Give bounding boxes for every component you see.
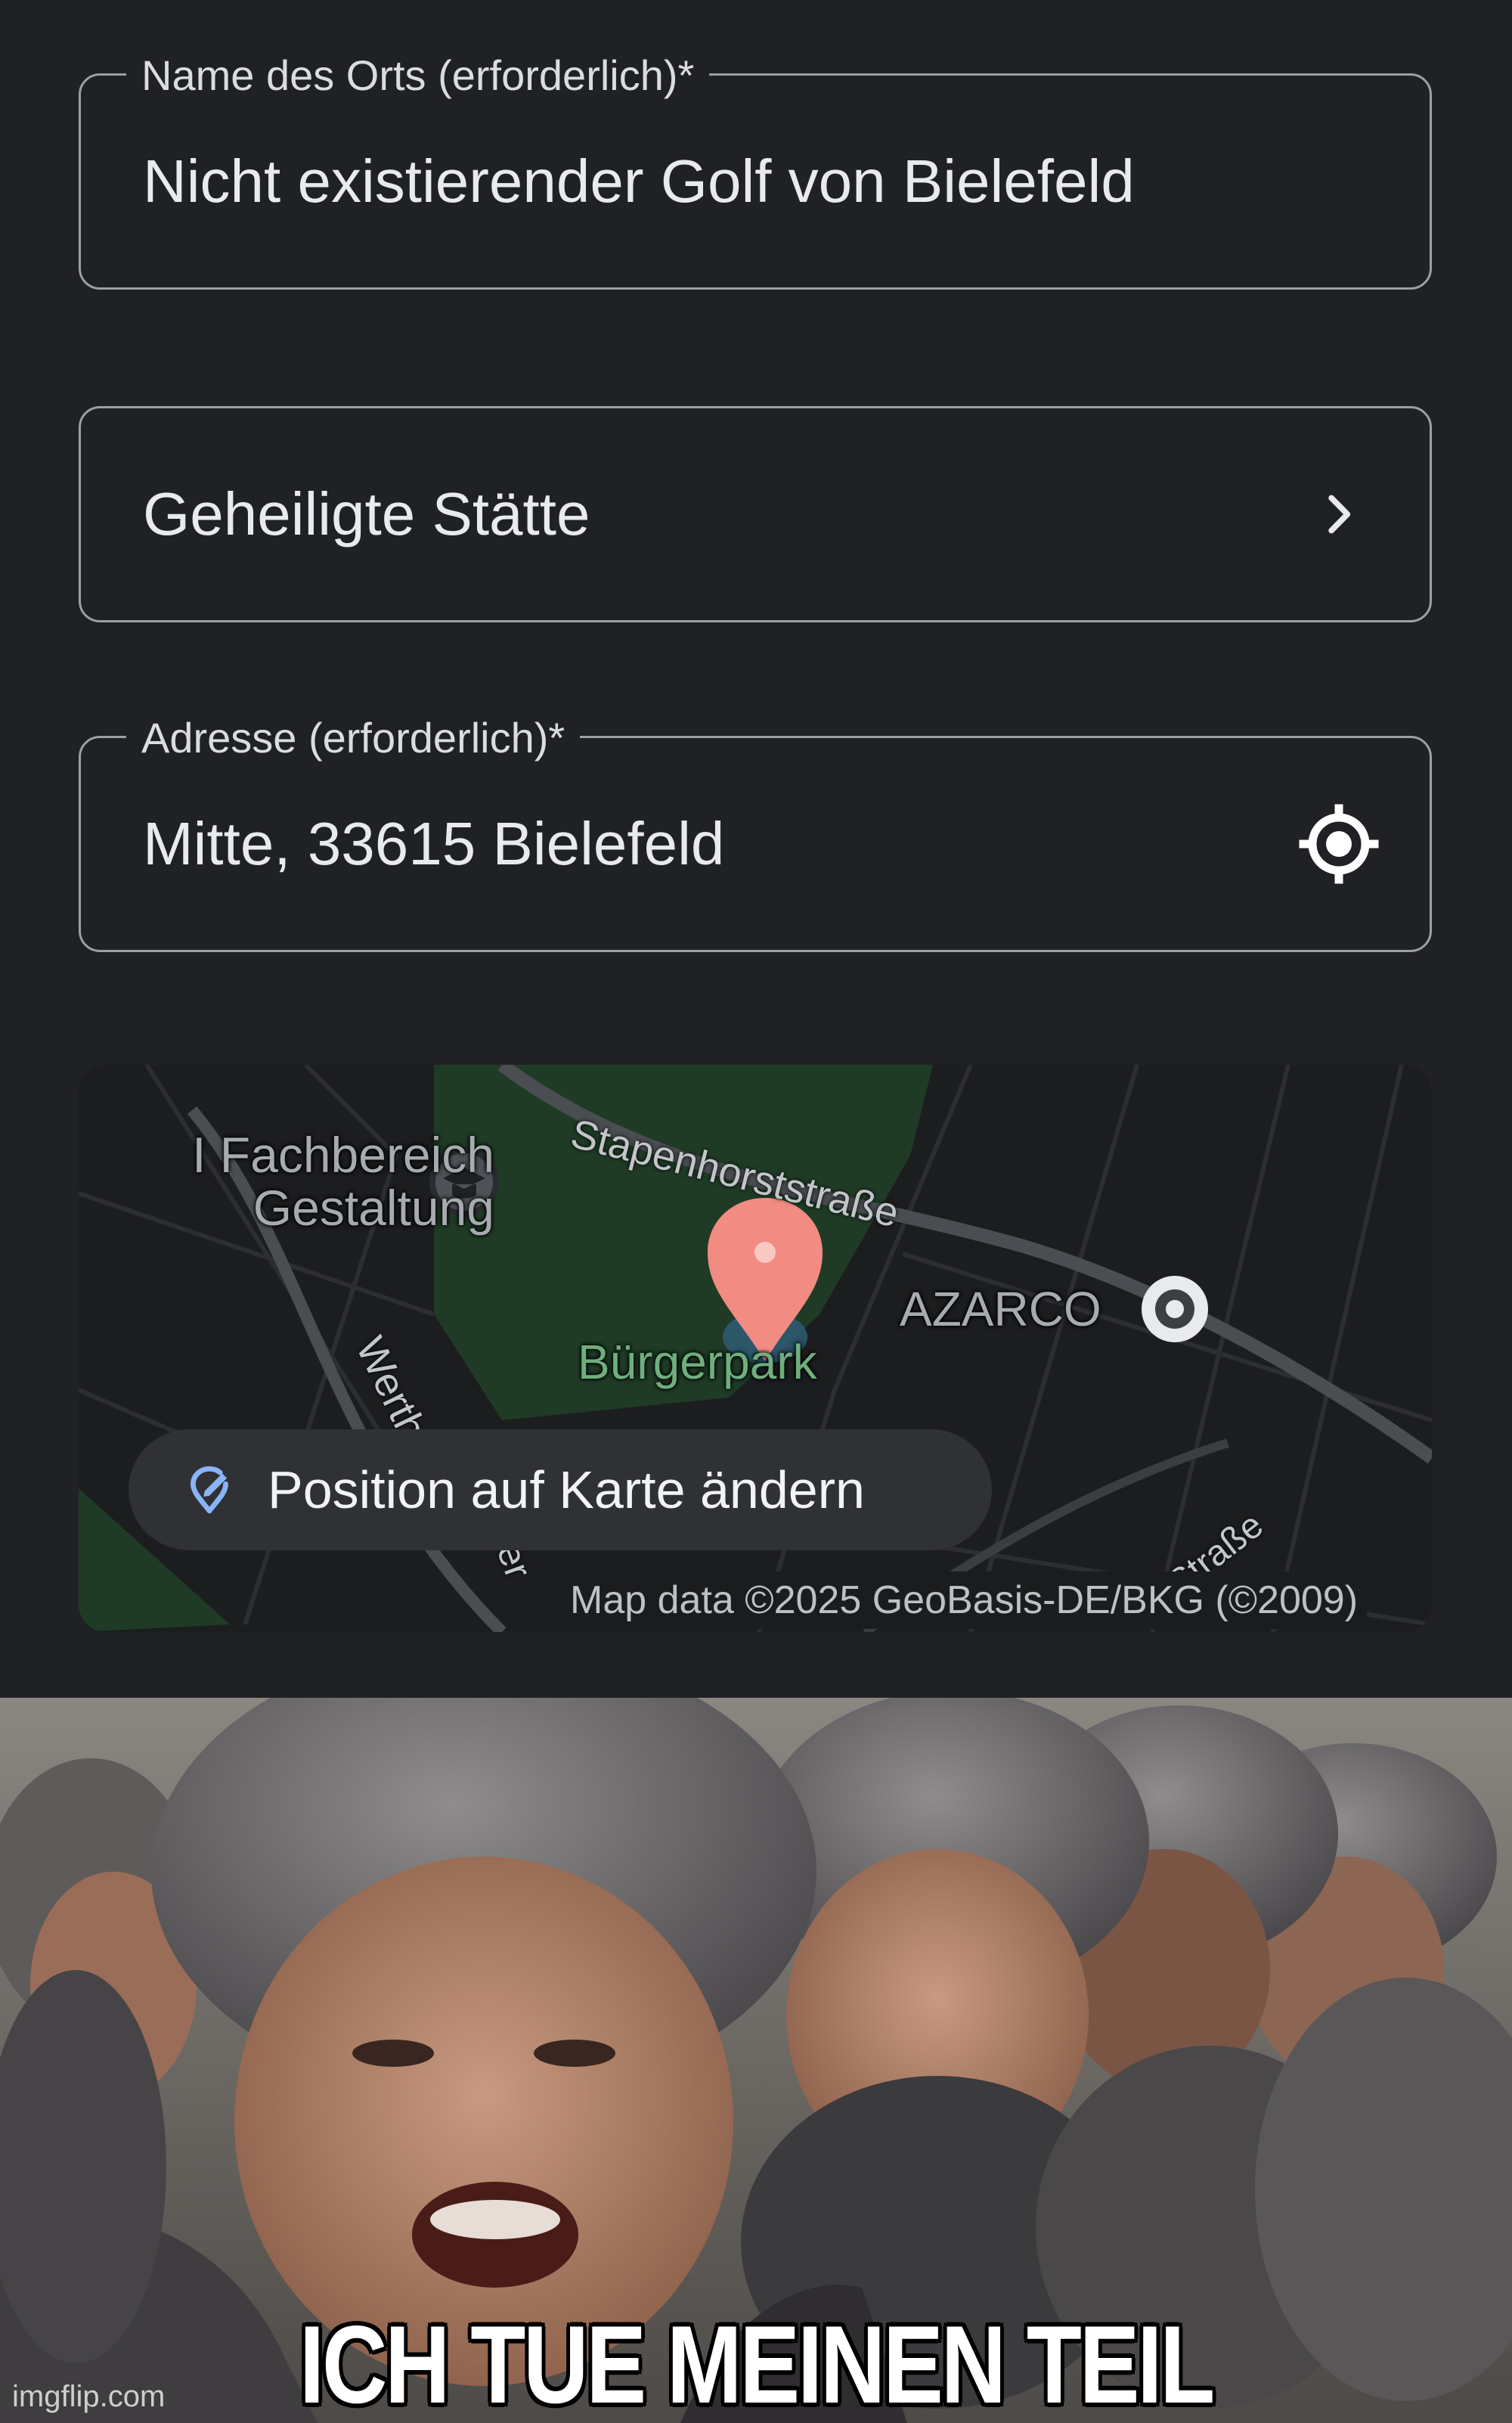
category-value: Geheiligte Stätte bbox=[143, 480, 590, 548]
place-name-input[interactable]: Nicht existierender Golf von Bielefeld bbox=[143, 76, 1135, 287]
map-label-fachbereich: I Fachbereich Gestaltung bbox=[192, 1127, 494, 1236]
place-name-field[interactable]: Name des Orts (erforderlich)* Nicht exis… bbox=[79, 48, 1432, 290]
map-preview[interactable]: I Fachbereich Gestaltung Stapenhorststra… bbox=[79, 1065, 1432, 1632]
meme-image: ICH TUE MEINEN TEIL imgflip.com bbox=[0, 1698, 1512, 2423]
edit-location-icon bbox=[181, 1462, 237, 1518]
address-input[interactable]: Mitte, 33615 Bielefeld bbox=[143, 738, 724, 950]
address-field[interactable]: Adresse (erforderlich)* Mitte, 33615 Bie… bbox=[79, 711, 1432, 952]
map-attribution: Map data ©2025 GeoBasis-DE/BKG (©2009) bbox=[561, 1571, 1368, 1629]
change-position-label: Position auf Karte ändern bbox=[268, 1460, 865, 1519]
chevron-right-icon bbox=[1294, 469, 1384, 560]
my-location-icon[interactable] bbox=[1294, 799, 1384, 889]
app-screen: Name des Orts (erforderlich)* Nicht exis… bbox=[0, 0, 1512, 1698]
category-field[interactable]: Geheiligte Stätte bbox=[79, 406, 1432, 622]
map-label-azarco: AZARCO bbox=[900, 1282, 1101, 1336]
meme-caption: ICH TUE MEINEN TEIL bbox=[299, 2303, 1215, 2423]
map-label-buergerpark: Bürgerpark bbox=[578, 1335, 817, 1389]
change-position-button[interactable]: Position auf Karte ändern bbox=[129, 1429, 992, 1550]
watermark: imgflip.com bbox=[12, 2380, 166, 2413]
